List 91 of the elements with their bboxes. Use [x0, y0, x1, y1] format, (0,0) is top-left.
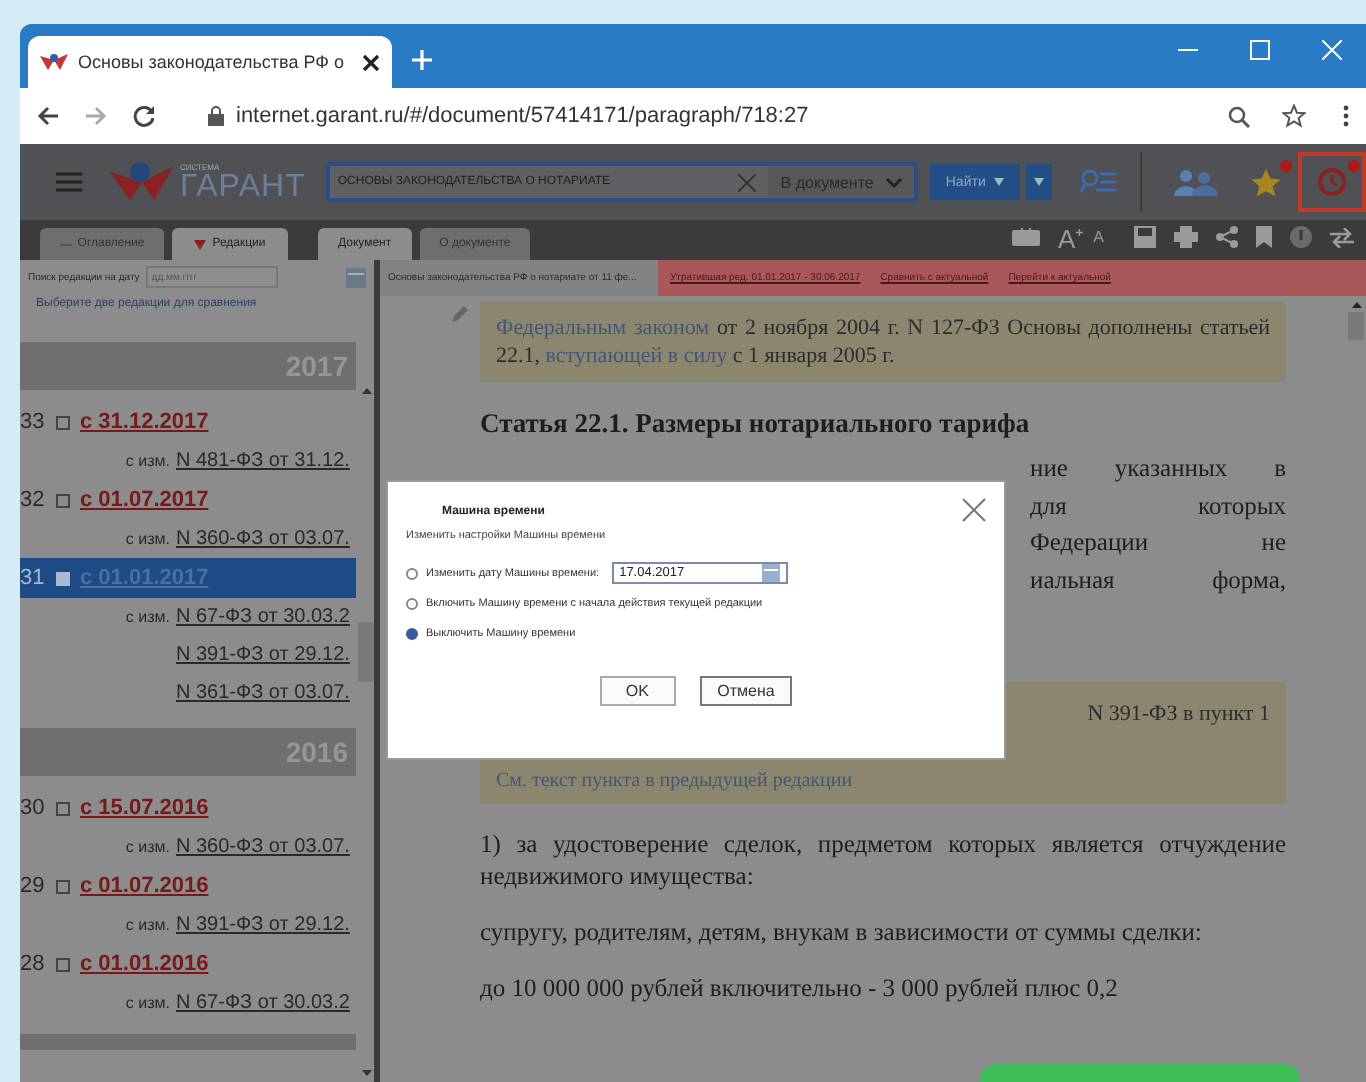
logo-text: ГАРАНТ	[180, 172, 306, 204]
paragraph: до 10 000 000 рублей включительно - 3 000 рублей плюс 0,2	[480, 972, 1120, 1004]
edition-row[interactable]: 33 с 31.12.2017	[20, 402, 356, 442]
tab-title: Основы законодательства РФ о	[78, 52, 346, 72]
calendar-icon[interactable]	[761, 564, 780, 582]
amendment-link[interactable]: N 360-ФЗ от 03.07.	[176, 528, 356, 550]
share-icon[interactable]	[1216, 226, 1238, 248]
edition-number: 33	[20, 410, 46, 434]
text-line: Федерации не	[1030, 526, 1286, 560]
checkbox[interactable]	[56, 571, 70, 585]
edition-row[interactable]: 32 с 01.07.2017	[20, 480, 356, 520]
amendment-link[interactable]: N 360-ФЗ от 03.07.	[176, 836, 356, 858]
amendment-link[interactable]: N 67-ФЗ от 30.03.2	[176, 606, 356, 628]
amendment-link[interactable]: N 481-ФЗ от 31.12.	[176, 450, 356, 472]
edition-number: 31	[20, 566, 46, 590]
radio-button[interactable]	[406, 567, 418, 579]
maximize-icon[interactable]	[1250, 40, 1270, 60]
edition-date-link[interactable]: с 01.01.2016	[80, 952, 209, 976]
checkbox[interactable]	[56, 879, 70, 893]
search-options-button[interactable]	[1025, 164, 1052, 200]
amendment-link[interactable]: N 391-ФЗ от 29.12.	[176, 914, 356, 936]
cancel-button[interactable]: Отмена	[699, 676, 793, 706]
caret-down-icon	[194, 239, 207, 249]
bookmark-icon[interactable]	[1256, 226, 1272, 248]
changes-label: с изм.	[125, 608, 170, 626]
users-icon[interactable]	[1174, 168, 1218, 196]
star-icon[interactable]	[1250, 167, 1282, 197]
checkbox[interactable]	[56, 801, 70, 815]
paragraph: 1) за удостоверение сделок, предметом которых является отчуждение недвижимого имущества:	[480, 828, 1286, 892]
checkbox[interactable]	[56, 415, 70, 429]
edition-number: 32	[20, 488, 46, 512]
more-icon[interactable]	[1342, 104, 1350, 128]
close-icon[interactable]	[362, 53, 380, 71]
text-line: иальная форма,	[1030, 563, 1286, 598]
zoom-icon[interactable]	[1228, 105, 1250, 127]
scroll-up-icon	[361, 388, 371, 394]
note-text: Федеральным законом от 2 ноября 2004 г. N 127-ФЗ Основы дополнены статьей 22.1, вступающей в силу с 1 января 2005 г.	[496, 314, 1270, 370]
caret-icon	[993, 178, 1004, 186]
swap-arrows-icon[interactable]	[1330, 227, 1354, 247]
info-icon[interactable]	[1290, 226, 1312, 248]
radio-button[interactable]	[406, 627, 418, 639]
changes-label: с изм.	[125, 838, 170, 856]
changes-label: с изм.	[125, 452, 170, 470]
radio-button[interactable]	[406, 597, 418, 609]
star-icon[interactable]	[1282, 104, 1306, 128]
reload-icon[interactable]	[132, 104, 156, 128]
paragraph: супругу, родителям, детям, внукам в зависимости от суммы сделки:	[480, 916, 1204, 948]
text-line: для которых	[1030, 489, 1286, 524]
font-decrease-button[interactable]: A	[1093, 228, 1104, 246]
edition-row[interactable]: 28 с 01.01.2016	[20, 944, 356, 984]
amendment-link[interactable]: N 361-ФЗ от 03.07.	[176, 682, 356, 704]
changes-label: с изм.	[125, 994, 170, 1012]
edition-number: 30	[20, 796, 46, 820]
logo-icon	[40, 52, 68, 72]
amendment-link[interactable]: N 391-ФЗ от 29.12.	[176, 644, 356, 666]
edition-date-link[interactable]: с 01.07.2017	[80, 488, 209, 512]
new-tab-icon[interactable]	[410, 48, 434, 72]
checkbox[interactable]	[56, 493, 70, 507]
note-text: N 391-ФЗ в пункт 1	[1087, 702, 1270, 726]
menu-icon[interactable]	[56, 172, 82, 192]
changes-label: с изм.	[125, 530, 170, 548]
lock-icon	[208, 106, 224, 126]
logo-icon	[110, 160, 174, 204]
edition-date-link[interactable]: с 01.07.2016	[80, 874, 209, 898]
pencil-icon	[452, 306, 468, 322]
amendment-link[interactable]: N 67-ФЗ от 30.03.2	[176, 992, 356, 1014]
edition-number: 28	[20, 952, 46, 976]
text-line: ние указанных в	[1030, 452, 1286, 486]
ok-button[interactable]: OK	[599, 676, 676, 706]
edition-row[interactable]: 29 с 01.07.2016	[20, 866, 356, 906]
url-text: internet.garant.ru/#/document/57414171/paragraph/718:27	[236, 104, 809, 128]
calendar-icon[interactable]	[346, 267, 366, 287]
clear-icon[interactable]	[738, 173, 757, 191]
back-arrow-icon[interactable]	[36, 106, 60, 126]
scroll-up-icon	[1351, 302, 1361, 308]
checkbox[interactable]	[56, 957, 70, 971]
article-heading: Статья 22.1. Размеры нотариального тарифа	[480, 408, 1032, 440]
save-icon[interactable]	[1134, 226, 1156, 248]
caret-icon	[1033, 178, 1044, 186]
changes-label: с изм.	[125, 916, 170, 934]
forward-arrow-icon[interactable]	[84, 106, 108, 126]
edition-date-link[interactable]: с 31.12.2017	[80, 410, 209, 434]
dash-icon	[59, 239, 72, 249]
edition-date-link[interactable]: с 15.07.2016	[80, 796, 209, 820]
chevron-down-icon	[885, 177, 902, 187]
font-increase-button[interactable]: A⁺	[1057, 219, 1084, 255]
edition-row[interactable]: 30 с 15.07.2016	[20, 788, 356, 828]
scroll-thumb[interactable]	[358, 622, 374, 682]
browser-tab[interactable]: Основы законодательства РФ о	[28, 36, 392, 88]
scroll-down-icon	[361, 1070, 371, 1076]
edition-number: 29	[20, 874, 46, 898]
